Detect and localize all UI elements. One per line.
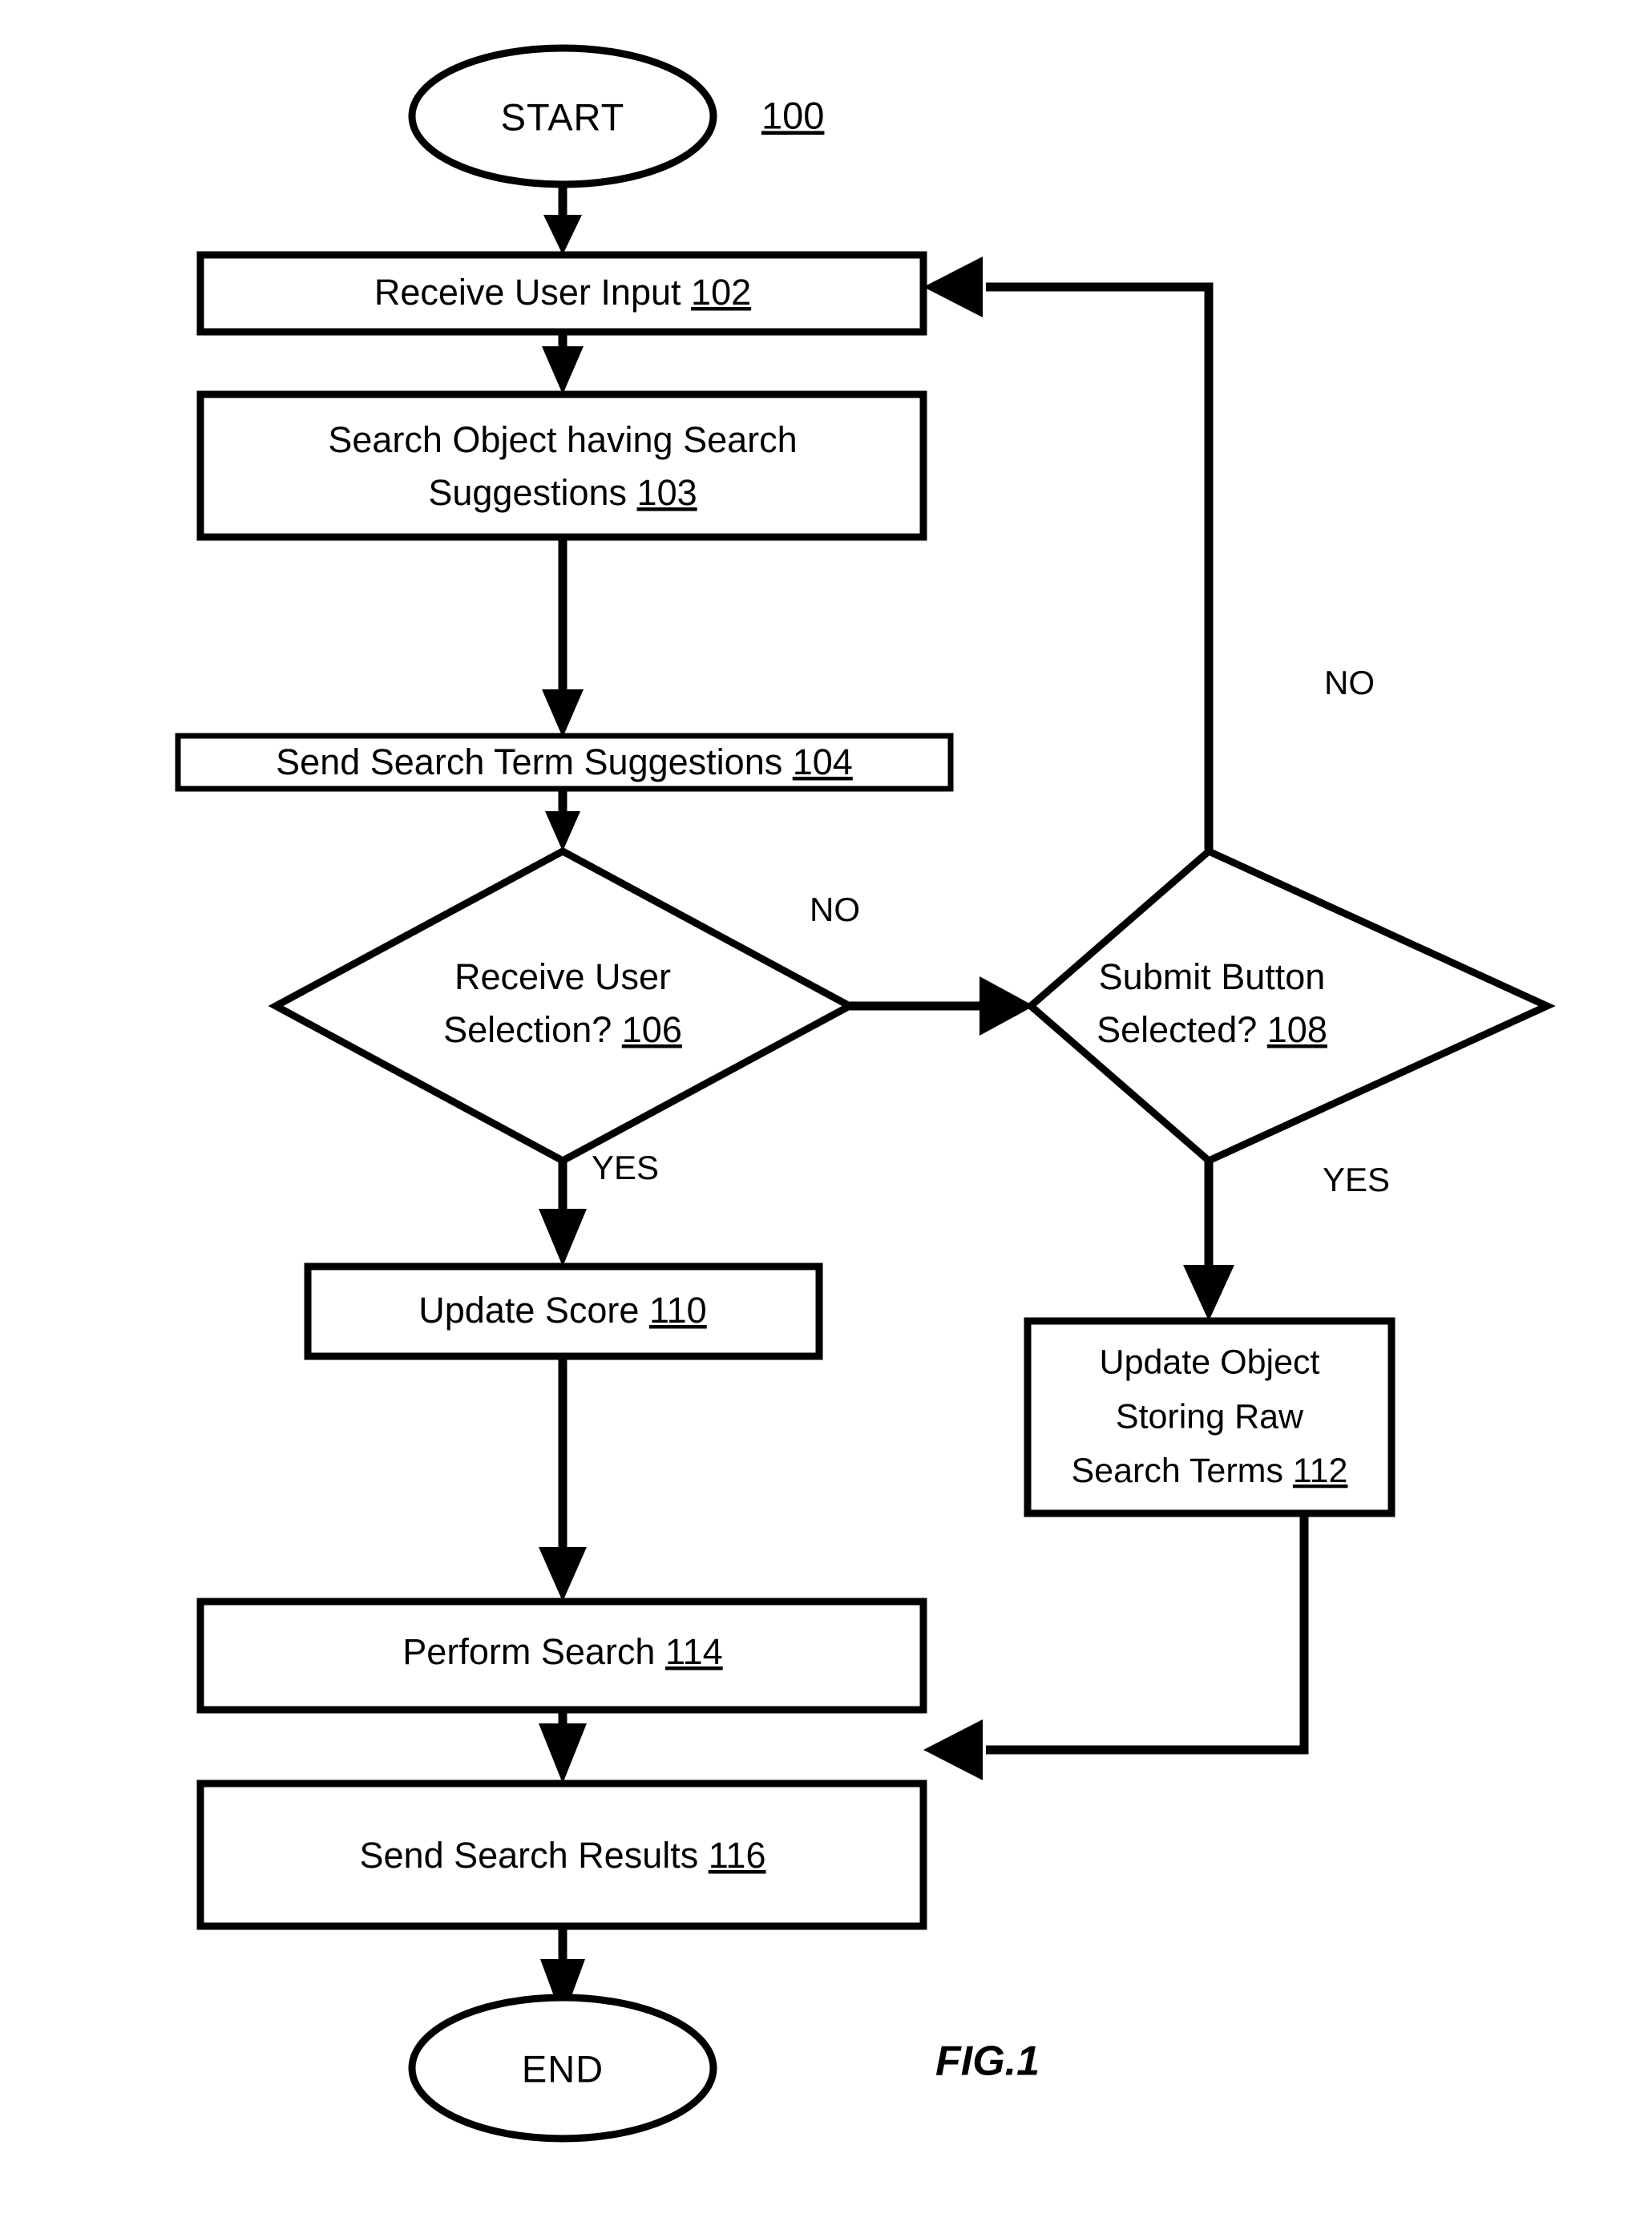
edge-label-no-108-102-text: NO	[1324, 664, 1375, 701]
node-103-label-line1: Search Object having Search	[328, 419, 797, 460]
edge-103-to-104	[542, 537, 584, 737]
node-110-ref: 110	[649, 1290, 707, 1331]
edge-label-no-106-108-text: NO	[810, 891, 860, 928]
node-106-receive-user-selection[interactable]: Receive User Selection? 106	[268, 846, 858, 1165]
node-108-ref: 108	[1267, 1009, 1327, 1050]
node-114-ref: 114	[665, 1631, 723, 1672]
node-114-perform-search[interactable]: Perform Search 114	[196, 1598, 927, 1714]
node-102-ref: 102	[691, 272, 751, 313]
node-106-label-line1: Receive User	[454, 956, 671, 997]
edge-label-yes-106-110-text: YES	[592, 1149, 659, 1186]
node-103-search-object[interactable]: Search Object having Search Suggestions …	[196, 390, 927, 541]
node-112-label-line1: Update Object	[1100, 1343, 1320, 1381]
node-106-label-line2: Selection?	[443, 1009, 612, 1050]
node-103-ref: 103	[637, 472, 697, 513]
node-108-submit-button-selected[interactable]: Submit Button Selected? 108	[1025, 846, 1556, 1165]
edge-label-no-108-102: NO	[1324, 664, 1375, 701]
node-102-receive-user-input[interactable]: Receive User Input 102	[196, 251, 927, 336]
node-112-label-line2: Storing Raw	[1116, 1397, 1304, 1436]
figure-reference-numeral: 100	[761, 94, 824, 136]
node-102-label: Receive User Input	[374, 272, 681, 313]
edge-108-to-102-no	[923, 257, 1214, 850]
node-104-label: Send Search Term Suggestions	[276, 741, 782, 782]
node-112-text-line3: Search Terms 112	[1072, 1452, 1348, 1490]
edge-start-to-102	[543, 183, 582, 255]
node-end-label: END	[522, 2047, 604, 2090]
edge-104-to-106	[545, 787, 580, 851]
node-102-text: Receive User Input 102	[374, 272, 751, 313]
node-108-label-line1: Submit Button	[1099, 956, 1326, 997]
node-104-ref: 104	[793, 741, 853, 782]
flowchart-canvas: START 100 Receive User Input 102 Search …	[175, 44, 1556, 2143]
node-110-text: Update Score 110	[418, 1290, 706, 1331]
node-116-ref: 116	[709, 1835, 766, 1876]
node-104-send-search-term-suggestions[interactable]: Send Search Term Suggestions 104	[175, 733, 954, 792]
reference-numeral-100: 100	[761, 94, 824, 136]
edge-106-to-110-yes	[539, 1156, 587, 1266]
edge-106-to-108-no	[850, 976, 1034, 1036]
node-end[interactable]: END	[408, 1994, 717, 2143]
node-114-text: Perform Search 114	[402, 1631, 722, 1672]
edge-102-to-103	[542, 333, 584, 394]
node-108-text-line2: Selected? 108	[1097, 1009, 1327, 1050]
edge-label-yes-106-110: YES	[592, 1149, 659, 1186]
node-106-text-line2: Selection? 106	[443, 1009, 682, 1050]
node-116-text: Send Search Results 116	[360, 1835, 766, 1876]
node-103-label-line2: Suggestions	[428, 472, 627, 513]
node-103-text-line2: Suggestions 103	[428, 472, 697, 513]
edge-label-no-106-108: NO	[810, 891, 860, 928]
edge-112-to-114	[923, 1513, 1309, 1780]
node-start[interactable]: START	[408, 44, 717, 188]
figure-caption-text: FIG.1	[935, 2038, 1040, 2085]
edge-label-yes-108-112: YES	[1323, 1161, 1390, 1198]
node-116-send-search-results[interactable]: Send Search Results 116	[196, 1780, 927, 1930]
node-108-label-line2: Selected?	[1097, 1009, 1257, 1050]
figure-caption: FIG.1	[935, 2038, 1040, 2085]
node-112-label-line3: Search Terms	[1072, 1452, 1283, 1490]
node-114-label: Perform Search	[402, 1631, 655, 1672]
edge-label-yes-108-112-text: YES	[1323, 1161, 1390, 1198]
node-112-ref: 112	[1293, 1452, 1348, 1490]
node-110-label: Update Score	[418, 1290, 639, 1331]
node-106-ref: 106	[622, 1009, 682, 1050]
node-110-update-score[interactable]: Update Score 110	[304, 1262, 823, 1360]
node-112-update-object-storing-raw-search-terms[interactable]: Update Object Storing Raw Search Terms 1…	[1024, 1317, 1396, 1517]
edge-108-to-112-yes	[1183, 1156, 1234, 1321]
node-104-text: Send Search Term Suggestions 104	[276, 741, 853, 782]
edge-110-to-114	[539, 1356, 587, 1602]
patent-figure: START 100 Receive User Input 102 Search …	[0, 0, 1652, 2234]
node-116-label: Send Search Results	[360, 1835, 699, 1876]
node-start-label: START	[501, 95, 625, 138]
